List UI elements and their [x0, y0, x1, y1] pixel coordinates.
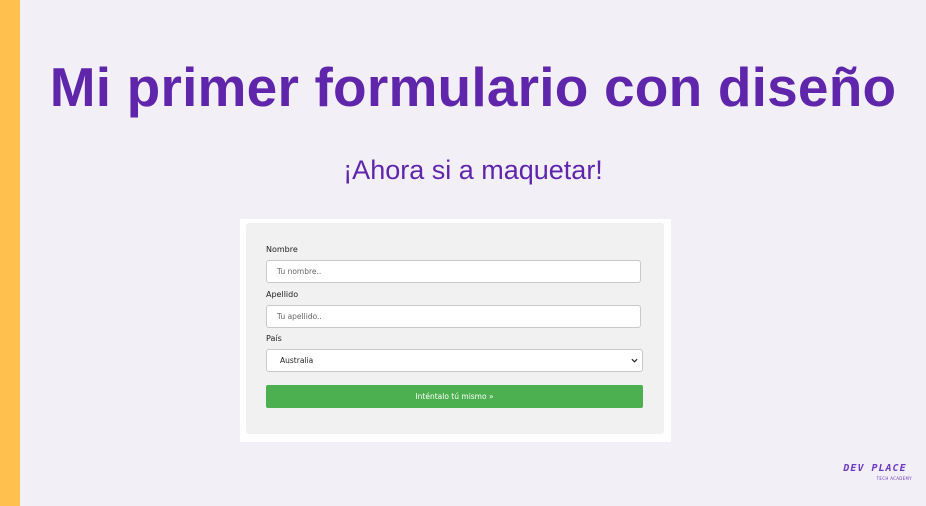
- chevron-down-icon: [631, 358, 638, 363]
- brand-tagline: TECH ACADEMY: [876, 476, 912, 481]
- form-panel: Nombre Apellido País Australia Inténtalo…: [246, 223, 664, 434]
- accent-bar: [0, 0, 20, 506]
- nombre-label: Nombre: [266, 245, 298, 254]
- pais-selected-value: Australia: [280, 356, 314, 365]
- brand-name: DEV PLACE: [843, 463, 907, 474]
- apellido-label: Apellido: [266, 290, 299, 299]
- nombre-input[interactable]: [266, 260, 641, 283]
- apellido-input[interactable]: [266, 305, 641, 328]
- pais-select[interactable]: Australia: [266, 349, 643, 372]
- form-screenshot-frame: Nombre Apellido País Australia Inténtalo…: [240, 219, 671, 442]
- devplace-logo: DEV PLACE TECH ACADEMY: [836, 463, 916, 485]
- submit-button[interactable]: Inténtalo tú mismo »: [266, 385, 643, 408]
- slide-title: Mi primer formulario con diseño: [49, 56, 897, 118]
- slide-subtitle: ¡Ahora si a maquetar!: [343, 155, 603, 185]
- pais-label: País: [266, 334, 282, 343]
